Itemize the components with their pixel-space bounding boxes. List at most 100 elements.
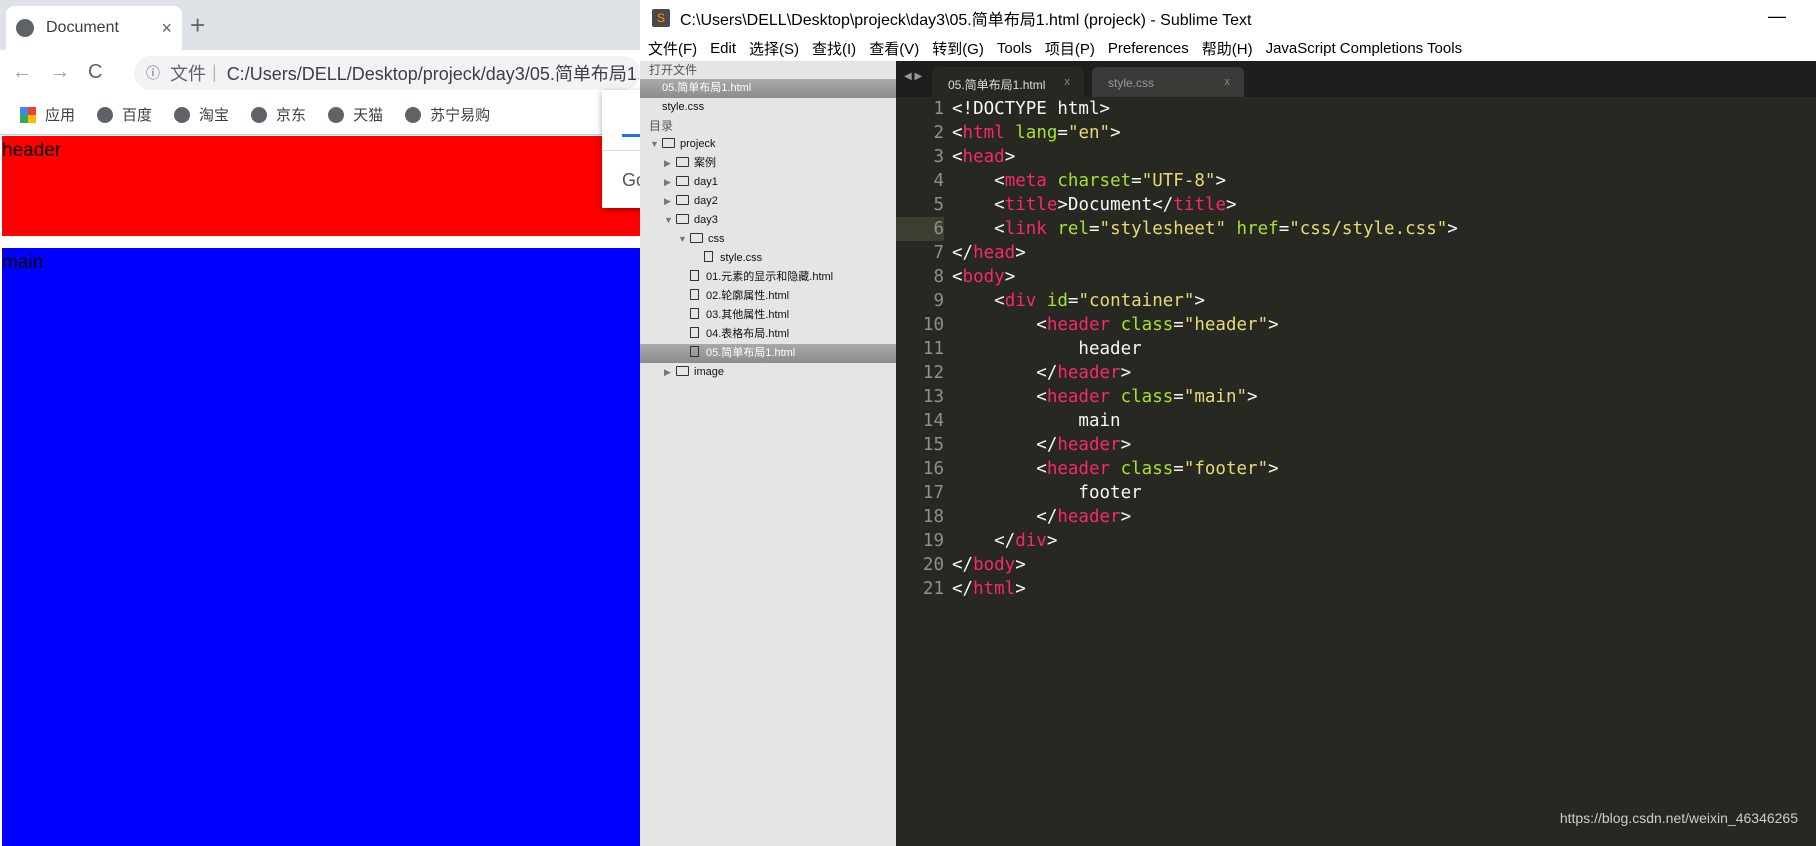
code-token: header xyxy=(952,339,1142,359)
reload-button[interactable]: C xyxy=(88,61,126,84)
bookmark-label: 天猫 xyxy=(353,107,384,124)
bookmark-item[interactable]: 苏宁易购 xyxy=(405,104,490,125)
tree-item[interactable]: 03.其他属性.html xyxy=(640,306,896,325)
file-icon xyxy=(690,327,699,338)
code-token: head xyxy=(973,243,1016,263)
menu-bar: 文件(F) Edit 选择(S) 查找(I) 查看(V) 转到(G) Tools 项目(P) P… xyxy=(640,36,1816,61)
tree-item[interactable]: 01.元素的显示和隐藏.html xyxy=(640,268,896,287)
tree-item[interactable]: ▼ css xyxy=(640,230,896,249)
tree-label: projeck xyxy=(680,138,716,150)
code-token: <!DOCTYPE html> xyxy=(952,99,1111,119)
back-button[interactable]: ← xyxy=(12,61,50,84)
tree-item[interactable]: ▼ day3 xyxy=(640,211,896,230)
close-tab-icon[interactable]: × xyxy=(161,18,172,39)
tab-nav-arrows-icon[interactable]: ◀ ▶ xyxy=(904,71,922,82)
chevron-down-icon[interactable]: ▼ xyxy=(664,211,676,230)
menu-item[interactable]: Edit xyxy=(710,40,736,57)
globe-icon xyxy=(16,19,34,37)
new-tab-button[interactable]: + xyxy=(190,10,205,41)
chevron-right-icon[interactable]: ▶ xyxy=(664,363,676,382)
forward-button[interactable]: → xyxy=(50,61,88,84)
chevron-right-icon[interactable]: ▶ xyxy=(664,173,676,192)
code-line: 2 <html lang="en"> xyxy=(896,121,1816,145)
code-token: title xyxy=(1004,195,1058,215)
code-token: "css/style.css" xyxy=(1289,219,1448,239)
line-text: <body> xyxy=(952,265,1015,289)
menu-item[interactable]: 查看(V) xyxy=(869,38,919,59)
line-text: <title>Document</title> xyxy=(952,193,1236,217)
tree-label: 03.其他属性.html xyxy=(706,309,790,321)
menu-item[interactable]: Preferences xyxy=(1108,40,1189,57)
bookmark-item[interactable]: 应用 xyxy=(20,104,75,125)
url-text[interactable]: C:/Users/DELL/Desktop/projeck/day3/05.简单… xyxy=(227,60,640,86)
tree-item[interactable]: 04.表格布局.html xyxy=(640,325,896,344)
globe-icon xyxy=(97,106,114,123)
window-title: C:\Users\DELL\Desktop\projeck\day3\05.简单… xyxy=(680,12,1252,29)
bookmark-item[interactable]: 京东 xyxy=(251,104,306,125)
code-line: 21 </html> xyxy=(896,577,1816,601)
info-icon[interactable]: ⓘ xyxy=(146,63,160,83)
code-area[interactable]: 1 <!DOCTYPE html> 2 <html lang="en"> 3 <head>… xyxy=(896,97,1816,601)
line-number: 13 xyxy=(922,387,944,407)
tree-item[interactable]: style.css xyxy=(640,249,896,268)
menu-item[interactable]: 转到(G) xyxy=(932,38,984,59)
browser-tab[interactable]: Document × xyxy=(6,6,182,50)
tree-item[interactable]: ▼ projeck xyxy=(640,135,896,154)
code-line: 6 <link rel="stylesheet" href="css/style… xyxy=(896,217,1816,241)
line-text: <header class="main"> xyxy=(952,385,1257,409)
bookmark-item[interactable]: 百度 xyxy=(97,104,152,125)
menu-item[interactable]: 文件(F) xyxy=(648,38,697,59)
bookmarks-bar: 应用 百度 淘宝 京东 天猫 苏宁易购 xyxy=(0,95,640,135)
menu-item[interactable]: 选择(S) xyxy=(749,38,799,59)
code-token: </ xyxy=(952,435,1058,455)
code-token: </ xyxy=(952,531,1016,551)
code-token: header xyxy=(1057,435,1121,455)
line-text: <link rel="stylesheet" href="css/style.c… xyxy=(952,217,1458,241)
code-token: href xyxy=(1236,219,1279,239)
menu-item[interactable]: 查找(I) xyxy=(812,38,856,59)
bookmark-item[interactable]: 淘宝 xyxy=(174,104,229,125)
tree-item[interactable]: ▶ image xyxy=(640,363,896,382)
open-file-item[interactable]: 05.简单布局1.html xyxy=(640,79,896,98)
title-bar: S C:\Users\DELL\Desktop\projeck\day3\05.… xyxy=(640,0,1816,36)
close-tab-icon[interactable]: x xyxy=(1065,76,1071,88)
tree-label: style.css xyxy=(720,252,763,264)
tree-item[interactable]: ▶ day2 xyxy=(640,192,896,211)
code-line: 7 </head> xyxy=(896,241,1816,265)
tree-item[interactable]: ▶ 案例 xyxy=(640,154,896,173)
tree-label: day3 xyxy=(694,214,718,226)
tree-item[interactable]: ▶ day1 xyxy=(640,173,896,192)
code-token: < xyxy=(952,267,963,287)
line-number: 18 xyxy=(922,507,944,527)
menu-item[interactable]: JavaScript Completions Tools xyxy=(1266,40,1462,57)
minimize-button[interactable]: — xyxy=(1768,6,1786,27)
chevron-right-icon[interactable]: ▶ xyxy=(664,192,676,211)
code-line: 5 <title>Document</title> xyxy=(896,193,1816,217)
editor-tab-css[interactable]: style.css x xyxy=(1092,67,1244,97)
close-tab-icon[interactable]: x xyxy=(1225,76,1231,88)
line-text: main xyxy=(952,409,1120,433)
tree-item[interactable]: 05.简单布局1.html xyxy=(640,344,896,363)
chevron-down-icon[interactable]: ▼ xyxy=(678,230,690,249)
editor-tab-html[interactable]: 05.简单布局1.html x xyxy=(932,67,1084,97)
editor[interactable]: ◀ ▶ 05.简单布局1.html x style.css x 1 <!DOCTY… xyxy=(896,61,1816,846)
address-bar[interactable]: ⓘ 文件 | C:/Users/DELL/Desktop/projeck/day… xyxy=(134,55,640,90)
line-text: </header> xyxy=(952,361,1131,385)
menu-item[interactable]: Tools xyxy=(997,40,1032,57)
globe-icon xyxy=(328,106,345,123)
bookmark-label: 苏宁易购 xyxy=(430,107,491,124)
bookmark-label: 应用 xyxy=(45,107,76,124)
code-token: > xyxy=(1268,315,1279,335)
code-token: = xyxy=(1131,171,1142,191)
open-file-item[interactable]: style.css xyxy=(640,98,896,117)
menu-item[interactable]: 项目(P) xyxy=(1045,38,1095,59)
line-number: 9 xyxy=(933,291,944,311)
bookmark-item[interactable]: 天猫 xyxy=(328,104,383,125)
tree-item[interactable]: 02.轮廓属性.html xyxy=(640,287,896,306)
chevron-right-icon[interactable]: ▶ xyxy=(664,154,676,173)
chevron-down-icon[interactable]: ▼ xyxy=(650,135,662,154)
line-text: <div id="container"> xyxy=(952,289,1205,313)
menu-item[interactable]: 帮助(H) xyxy=(1202,38,1253,59)
